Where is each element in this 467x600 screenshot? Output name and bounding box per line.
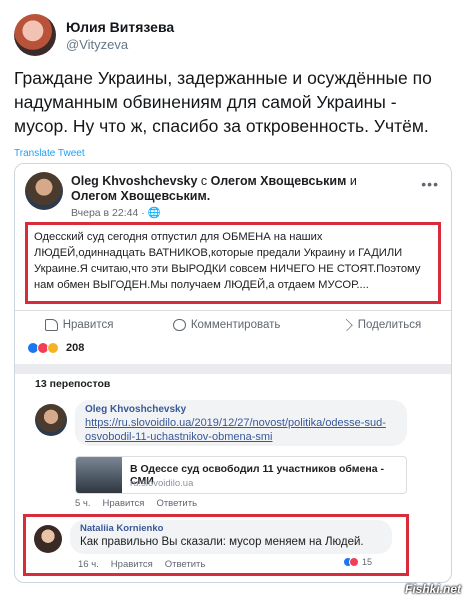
share-like-link[interactable]: Нравится [103, 498, 145, 509]
shares-title: 13 перепостов [35, 378, 111, 390]
post-author-avatar[interactable] [25, 172, 63, 210]
like-label: Нравится [62, 318, 114, 331]
preview-thumbnail [76, 457, 122, 493]
highlighted-comment: Nataliia Kornienko Как правильно Вы сказ… [23, 514, 409, 576]
post-time-text: Вчера в 22:44 · [71, 207, 148, 219]
thumbs-up-icon [44, 318, 58, 331]
embedded-facebook-screenshot: Oleg Khvoshchevsky с Олегом Хвощевським … [14, 163, 452, 583]
post-tag-1[interactable]: Олегом Хвощевським [211, 174, 347, 188]
preview-site: ru.slovoidilo.ua [130, 478, 194, 489]
author-names: Юлия Витязева @Vityzeva [66, 19, 174, 52]
share-reply-link[interactable]: Ответить [156, 498, 197, 509]
translate-tweet-link[interactable]: Translate Tweet [14, 148, 85, 159]
comment-meta: 16 ч. Нравится Ответить [78, 559, 205, 570]
globe-icon: 🌐 [147, 207, 161, 219]
share-icon [340, 318, 353, 331]
share-bubble: Oleg Khvoshchevsky https://ru.slovoidilo… [75, 400, 407, 446]
post-header-with: с [197, 174, 211, 188]
commenter-name[interactable]: Nataliia Kornienko [80, 523, 382, 534]
author-handle[interactable]: @Vityzeva [66, 37, 174, 52]
share-time[interactable]: 5 ч. [75, 498, 91, 509]
share-meta: 5 ч. Нравится Ответить [75, 498, 197, 509]
section-divider [15, 364, 451, 374]
post-header-and: и [346, 174, 357, 188]
comment-like-link[interactable]: Нравится [111, 559, 153, 570]
post-actions-bar: Нравится Комментировать Поделиться [15, 310, 451, 338]
share-author-name[interactable]: Oleg Khvoshchevsky [85, 404, 397, 415]
comment-bubble: Nataliia Kornienko Как правильно Вы сказ… [70, 520, 392, 554]
comment-reactions[interactable]: 15 [342, 557, 372, 567]
commenter-avatar[interactable] [34, 525, 62, 553]
post-author-name[interactable]: Oleg Khvoshchevsky [71, 174, 197, 188]
share-link[interactable]: https://ru.slovoidilo.ua/2019/12/27/novo… [85, 416, 397, 444]
comment-reply-link[interactable]: Ответить [165, 559, 206, 570]
more-options-icon[interactable]: ••• [421, 176, 439, 192]
comment-icon [172, 318, 186, 331]
post-time[interactable]: Вчера в 22:44 · 🌐 [71, 206, 161, 219]
post-header: Oleg Khvoshchevsky с Олегом Хвощевським … [71, 174, 391, 204]
tweet-header: Юлия Витязева @Vityzeva [14, 14, 174, 56]
reactions-count: 208 [66, 342, 85, 354]
author-name[interactable]: Юлия Витязева [66, 19, 174, 35]
tweet-text: Граждане Украины, задержанные и осуждённ… [14, 68, 432, 136]
love-reaction-icon [348, 557, 359, 567]
share-button[interactable]: Поделиться [340, 318, 422, 331]
angry-reaction-icon [47, 342, 59, 354]
facebook-post: Oleg Khvoshchevsky с Олегом Хвощевським … [15, 164, 451, 364]
comment-reactions-count: 15 [361, 557, 372, 567]
fishki-watermark: Fishki.net [404, 582, 461, 596]
comment-button[interactable]: Комментировать [172, 318, 281, 331]
post-body-highlighted: Одесский суд сегодня отпустил для ОБМЕНА… [25, 222, 441, 304]
share-author-avatar[interactable] [35, 404, 67, 436]
like-button[interactable]: Нравится [44, 318, 114, 331]
post-tag-2[interactable]: Олегом Хвощевським. [71, 189, 210, 203]
link-preview-card[interactable]: В Одессе суд освободил 11 участников обм… [75, 456, 407, 494]
post-reactions[interactable]: 208 [27, 342, 84, 354]
comment-time[interactable]: 16 ч. [78, 559, 99, 570]
comment-text: Как правильно Вы сказали: мусор меняем н… [80, 536, 364, 548]
comment-label: Комментировать [190, 318, 281, 331]
share-label: Поделиться [357, 318, 422, 331]
author-avatar[interactable] [14, 14, 56, 56]
